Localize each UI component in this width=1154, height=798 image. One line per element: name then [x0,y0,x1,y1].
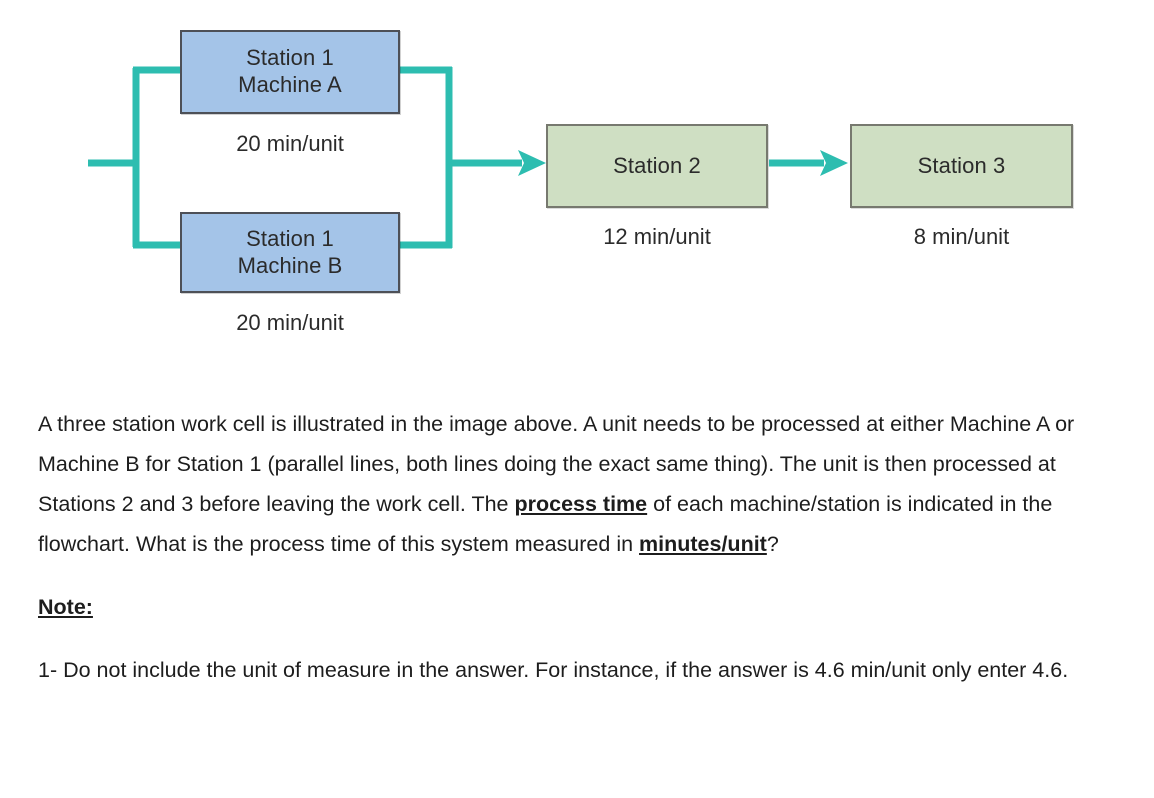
emphasis-minutes-per-unit: minutes/unit [639,532,767,556]
node-station1-machine-b: Station 1 Machine B [180,212,400,293]
note-heading: Note: [38,595,93,619]
emphasis-process-time: process time [514,492,648,516]
node-station1-machine-a: Station 1 Machine A [180,30,400,114]
caption-station2: 12 min/unit [603,224,711,249]
question-body: A three station work cell is illustrated… [38,404,1113,690]
question-paragraph: A three station work cell is illustrated… [38,404,1113,564]
note-item-1: 1- Do not include the unit of measure in… [38,658,1069,682]
node-label-line1: Station 3 [917,152,1006,178]
flowchart-diagram: Station 1 Machine A 20 min/unit Station … [0,0,1154,380]
prose-spacer [38,624,1113,650]
node-label-line1: Station 1 [246,45,334,71]
arrowhead-station3 [820,150,848,176]
arrowhead-station2 [518,150,546,176]
node-label-line1: Station 1 [246,225,334,251]
node-label-line2: Machine B [237,252,343,278]
caption-station1-machine-b: 20 min/unit [236,310,344,335]
note-heading-wrap: Note: [38,590,1113,624]
prose-spacer [38,564,1113,590]
node-label-line2: Machine A [238,72,342,97]
node-station3: Station 3 [850,124,1073,208]
node-station2: Station 2 [546,124,768,208]
caption-station1-machine-a: 20 min/unit [236,131,344,156]
node-label-line1: Station 2 [613,152,701,178]
question-text-part3: ? [766,532,779,556]
caption-station3: 8 min/unit [913,224,1010,249]
